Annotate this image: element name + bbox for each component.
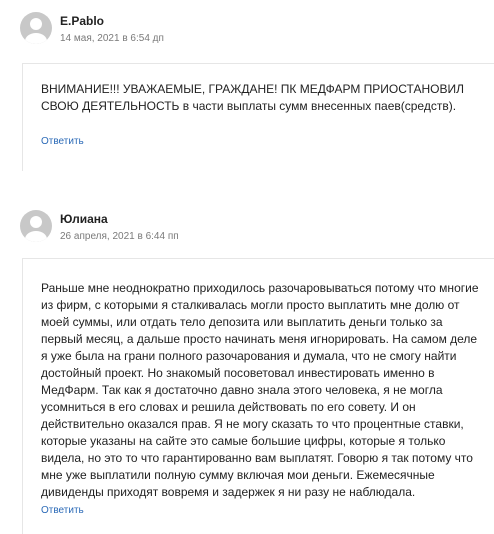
reply-link[interactable]: Ответить [41, 505, 84, 516]
user-icon [25, 18, 47, 44]
comment-text: Раньше мне неоднократно приходилось разо… [41, 281, 479, 499]
reply-link[interactable]: Ответить [41, 136, 84, 147]
comment-date[interactable]: 26 апреля, 2021 в 6:44 пп [60, 231, 179, 242]
comment-author[interactable]: Юлиана [60, 212, 108, 226]
comment-body: ВНИМАНИЕ!!! УВАЖАЕМЫЕ, ГРАЖДАНЕ! ПК МЕДФ… [22, 63, 494, 171]
avatar [20, 12, 52, 44]
comment-text: ВНИМАНИЕ!!! УВАЖАЕМЫЕ, ГРАЖДАНЕ! ПК МЕДФ… [41, 82, 464, 113]
comment-date[interactable]: 14 мая, 2021 в 6:54 дп [60, 33, 164, 44]
comment-author[interactable]: E.Pablo [60, 14, 104, 28]
avatar [20, 210, 52, 242]
user-icon [25, 216, 47, 242]
comment-body: Раньше мне неоднократно приходилось разо… [22, 258, 494, 534]
